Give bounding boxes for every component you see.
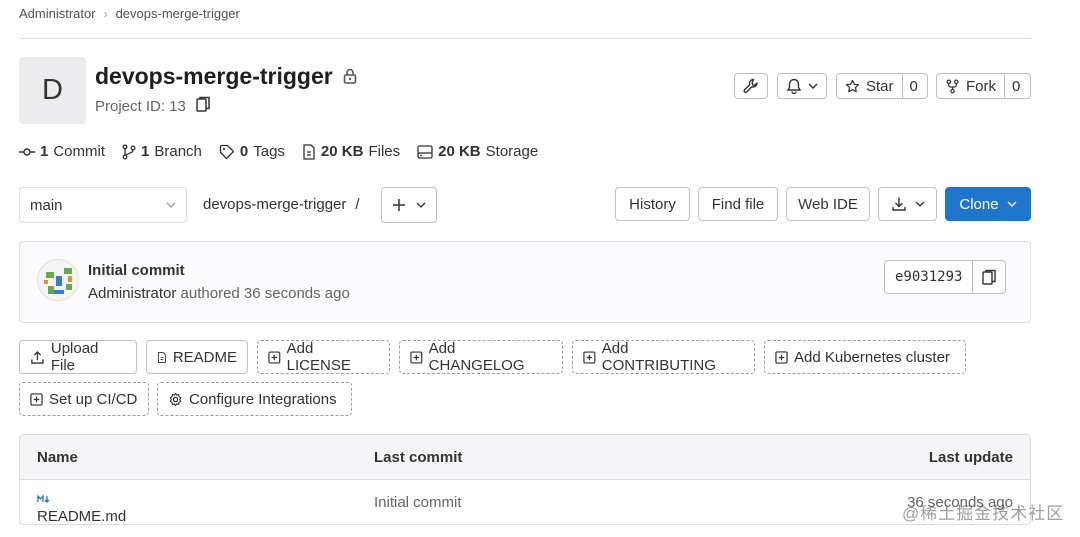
gear-icon: [169, 392, 182, 406]
fork-icon: [946, 79, 959, 93]
star-icon: [845, 79, 860, 92]
stat-commits[interactable]: 1 Commit: [19, 143, 105, 160]
plus-square-icon: [30, 392, 43, 406]
commit-author[interactable]: Administrator: [88, 285, 176, 302]
project-stats: 1 Commit 1 Branch 0 Tags 20 KB Files 20 KB St…: [19, 143, 538, 160]
path-separator: /: [355, 196, 360, 213]
find-file-button[interactable]: Find file: [698, 187, 778, 221]
history-button[interactable]: History: [615, 187, 690, 221]
branch-selector[interactable]: main: [19, 187, 187, 223]
add-file-dropdown[interactable]: [381, 187, 437, 223]
add-changelog-button[interactable]: Add CHANGELOG: [399, 340, 563, 374]
upload-file-button[interactable]: Upload File: [19, 340, 137, 374]
chevron-down-icon: [808, 83, 818, 89]
project-avatar: D: [19, 57, 86, 124]
file-table: Name Last commit Last update README.md I…: [19, 434, 1031, 525]
clone-label: Clone: [959, 195, 999, 213]
file-name-cell[interactable]: README.md: [37, 494, 126, 524]
chevron-down-icon: [915, 201, 924, 207]
project-id-row: Project ID: 13: [95, 96, 210, 116]
stat-storage[interactable]: 20 KB Storage: [417, 143, 538, 160]
chevron-right-icon: ›: [103, 6, 108, 21]
plus-square-icon: [583, 350, 596, 364]
project-title-row: devops-merge-trigger: [95, 63, 357, 90]
watermark: @稀土掘金技术社区: [902, 504, 1065, 523]
plus-icon: [393, 199, 405, 211]
repo-path-root[interactable]: devops-merge-trigger: [203, 196, 346, 213]
table-header: Name Last commit Last update: [20, 435, 1030, 480]
stat-branches[interactable]: 1 Branch: [122, 143, 202, 160]
setup-cicd-button[interactable]: Set up CI/CD: [19, 382, 149, 416]
divider: [19, 38, 1031, 39]
tag-icon: [219, 144, 235, 159]
file-icon: [303, 143, 315, 160]
plus-square-icon: [775, 350, 788, 364]
add-license-button[interactable]: Add LICENSE: [257, 340, 390, 374]
star-button[interactable]: Star 0: [836, 73, 928, 99]
file-icon: [157, 351, 166, 363]
wrench-icon: [735, 74, 767, 98]
page-title: devops-merge-trigger: [95, 63, 333, 89]
download-icon: [891, 197, 906, 211]
chevron-down-icon: [1007, 201, 1017, 207]
header-last-commit: Last commit: [374, 449, 463, 466]
commit-time: authored 36 seconds ago: [180, 285, 350, 302]
breadcrumb: Administrator › devops-merge-trigger: [19, 6, 240, 21]
chevron-down-icon: [416, 202, 426, 208]
chevron-down-icon: [166, 202, 176, 208]
branch-selector-value: main: [30, 196, 63, 214]
header-name: Name: [37, 449, 78, 466]
file-last-commit[interactable]: Initial commit: [374, 494, 462, 511]
branch-icon: [122, 144, 136, 159]
fork-label-seg: Fork: [937, 74, 1004, 98]
configure-integrations-button[interactable]: Configure Integrations: [157, 382, 352, 416]
fork-label: Fork: [966, 77, 996, 95]
last-commit-panel: Initial commit Administrator authored 36…: [19, 241, 1031, 323]
bell-icon: [778, 74, 826, 98]
fork-count[interactable]: 0: [1004, 74, 1027, 98]
stat-files[interactable]: 20 KB Files: [302, 143, 400, 160]
table-row[interactable]: README.md Initial commit 36 seconds ago: [20, 480, 1030, 524]
copy-icon[interactable]: [973, 261, 1005, 293]
web-ide-button[interactable]: Web IDE: [786, 187, 870, 221]
author-avatar[interactable]: [37, 259, 79, 301]
settings-button[interactable]: [734, 73, 768, 99]
star-label-seg: Star: [837, 74, 902, 98]
plus-square-icon: [268, 350, 281, 364]
copy-icon[interactable]: [196, 96, 210, 116]
file-name[interactable]: README.md: [37, 508, 126, 524]
download-dropdown[interactable]: [878, 187, 937, 221]
header-last-update: Last update: [928, 449, 1013, 466]
breadcrumb-current[interactable]: devops-merge-trigger: [116, 6, 240, 21]
markdown-icon: [37, 494, 50, 503]
add-kubernetes-button[interactable]: Add Kubernetes cluster: [764, 340, 966, 374]
star-count[interactable]: 0: [901, 74, 925, 98]
notifications-button[interactable]: [777, 73, 827, 99]
star-label: Star: [866, 77, 894, 95]
project-id: Project ID: 13: [95, 97, 186, 115]
commit-icon: [19, 147, 35, 156]
add-contributing-button[interactable]: Add CONTRIBUTING: [572, 340, 755, 374]
fork-button[interactable]: Fork 0: [936, 73, 1031, 99]
lock-icon: [343, 63, 357, 90]
storage-icon: [417, 144, 433, 159]
readme-button[interactable]: README: [146, 340, 248, 374]
repo-path: devops-merge-trigger /: [203, 196, 360, 213]
upload-icon: [31, 350, 44, 364]
breadcrumb-parent[interactable]: Administrator: [19, 6, 96, 21]
stat-tags[interactable]: 0 Tags: [219, 143, 285, 160]
commit-sha[interactable]: e9031293: [885, 261, 974, 293]
commit-meta: Administrator authored 36 seconds ago: [88, 285, 350, 302]
plus-square-icon: [410, 350, 423, 364]
commit-title[interactable]: Initial commit: [88, 262, 185, 279]
clone-dropdown[interactable]: Clone: [945, 187, 1031, 221]
commit-sha-group: e9031293: [884, 260, 1007, 294]
